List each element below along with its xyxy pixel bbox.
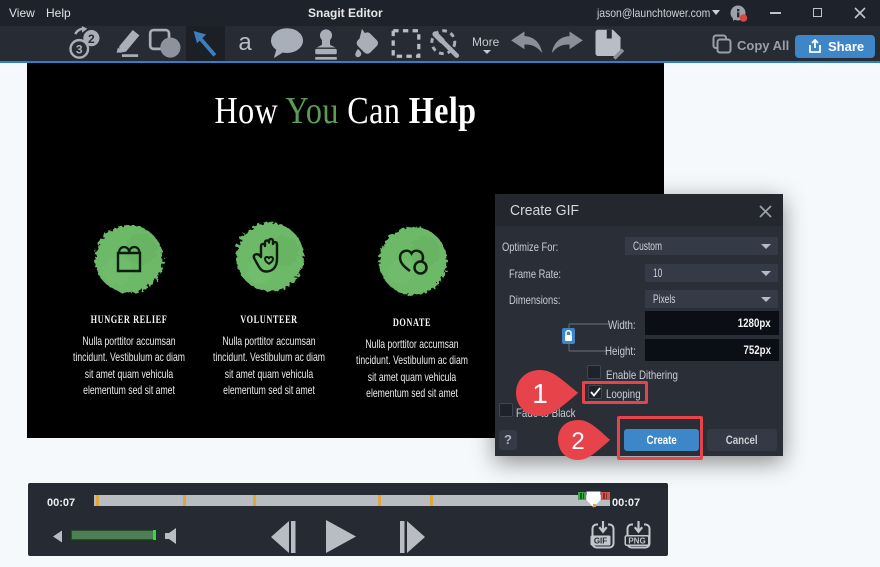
svg-text:2: 2 bbox=[88, 32, 95, 46]
svg-text:2: 2 bbox=[571, 428, 584, 455]
svg-text:GIF: GIF bbox=[594, 537, 607, 546]
svg-text:3: 3 bbox=[76, 43, 83, 57]
svg-text:PNG: PNG bbox=[628, 537, 645, 546]
svg-text:1: 1 bbox=[532, 378, 548, 409]
